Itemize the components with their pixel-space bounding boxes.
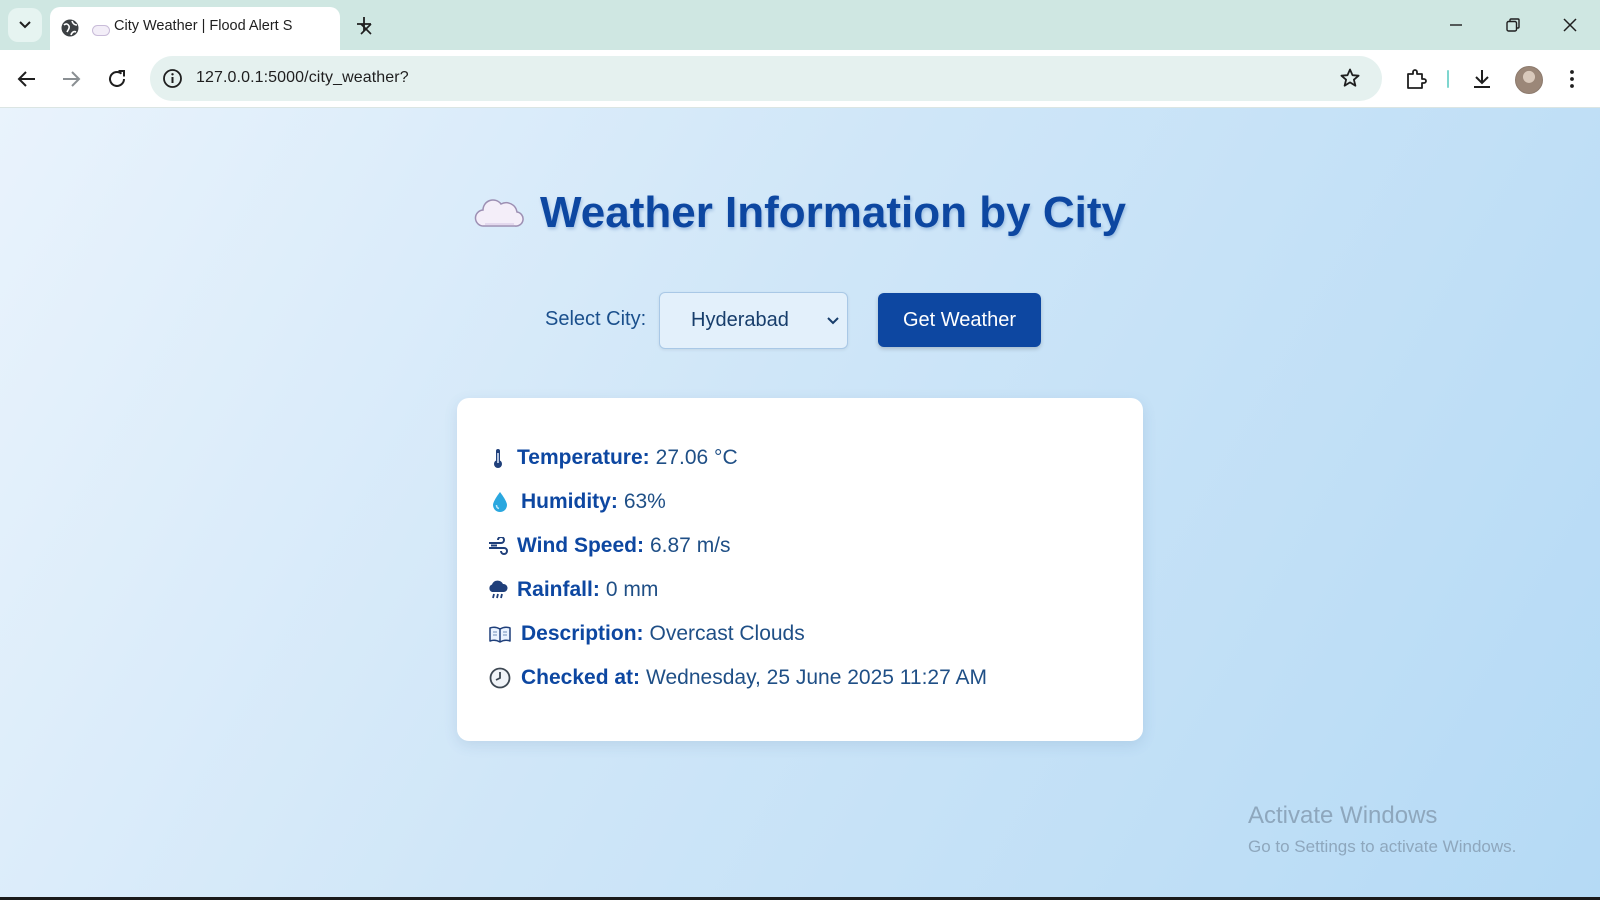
activate-windows-title: Activate Windows <box>1248 802 1438 829</box>
city-form: Select City: Hyderabad Get Weather <box>0 292 1600 349</box>
minimize-icon[interactable] <box>1448 17 1464 33</box>
rain-cloud-icon <box>487 579 509 601</box>
globe-icon <box>61 19 79 37</box>
wind-row: Wind Speed: 6.87 m/s <box>487 531 731 561</box>
temperature-row: Temperature: 27.06 °C <box>487 443 738 473</box>
profile-avatar[interactable] <box>1515 66 1543 94</box>
temperature-label: Temperature: <box>517 446 650 469</box>
checked-at-value: Wednesday, 25 June 2025 11:27 AM <box>646 666 987 689</box>
reload-icon[interactable] <box>106 68 128 90</box>
back-arrow-icon[interactable] <box>16 68 38 90</box>
tab-search-button[interactable] <box>8 8 42 42</box>
forward-arrow-icon[interactable] <box>60 68 82 90</box>
browser-toolbar: 127.0.0.1:5000/city_weather? <box>0 50 1600 108</box>
thermometer-icon <box>487 447 509 469</box>
rainfall-row: Rainfall: 0 mm <box>487 575 658 605</box>
checked-at-label: Checked at: <box>521 666 641 689</box>
rainfall-value: 0 mm <box>605 578 659 601</box>
select-city-label: Select City: <box>545 308 647 330</box>
activate-windows-subtitle: Go to Settings to activate Windows. <box>1248 837 1517 856</box>
humidity-value: 63% <box>623 490 666 513</box>
more-menu-icon[interactable] <box>1560 67 1584 91</box>
toolbar-divider <box>1447 70 1449 88</box>
city-select[interactable]: Hyderabad <box>659 292 848 349</box>
description-row: Description: Overcast Clouds <box>487 619 805 649</box>
site-info-icon[interactable] <box>162 68 183 89</box>
restore-icon[interactable] <box>1505 17 1521 33</box>
temperature-value: 27.06 °C <box>655 446 738 469</box>
humidity-label: Humidity: <box>521 490 618 513</box>
address-bar[interactable]: 127.0.0.1:5000/city_weather? <box>150 56 1382 101</box>
selected-city: Hyderabad <box>691 309 789 331</box>
tab-strip: City Weather | Flood Alert S <box>0 0 1600 50</box>
wind-label: Wind Speed: <box>517 534 644 557</box>
weather-card: Temperature: 27.06 °C Humidity: 63% Wind… <box>457 398 1143 741</box>
bookmark-star-icon[interactable] <box>1339 67 1361 89</box>
clock-icon <box>487 667 513 689</box>
page-heading: Weather Information by City <box>0 188 1600 238</box>
description-label: Description: <box>521 622 644 645</box>
book-icon <box>487 623 513 645</box>
new-tab-icon[interactable] <box>355 15 373 33</box>
page-title: Weather Information by City <box>540 188 1126 237</box>
rainfall-label: Rainfall: <box>517 578 600 601</box>
get-weather-button[interactable]: Get Weather <box>878 293 1041 347</box>
wind-value: 6.87 m/s <box>649 534 731 557</box>
chevron-down-icon <box>19 21 31 29</box>
chevron-down-icon <box>827 317 839 325</box>
browser-tab[interactable]: City Weather | Flood Alert S <box>50 7 372 50</box>
checked-at-row: Checked at: Wednesday, 25 June 2025 11:2… <box>487 663 987 693</box>
url-text[interactable]: 127.0.0.1:5000/city_weather? <box>196 69 409 87</box>
cloud-icon <box>474 199 524 227</box>
wind-icon <box>487 535 509 557</box>
droplet-icon <box>487 491 513 513</box>
extensions-puzzle-icon[interactable] <box>1404 67 1428 91</box>
humidity-row: Humidity: 63% <box>487 487 666 517</box>
description-value: Overcast Clouds <box>649 622 805 645</box>
download-icon[interactable] <box>1470 67 1494 91</box>
tab-title: City Weather | Flood Alert S <box>114 18 293 34</box>
page-content: Weather Information by City Select City:… <box>0 108 1600 897</box>
favicon-cloud-icon <box>92 25 110 36</box>
close-window-icon[interactable] <box>1562 17 1578 33</box>
